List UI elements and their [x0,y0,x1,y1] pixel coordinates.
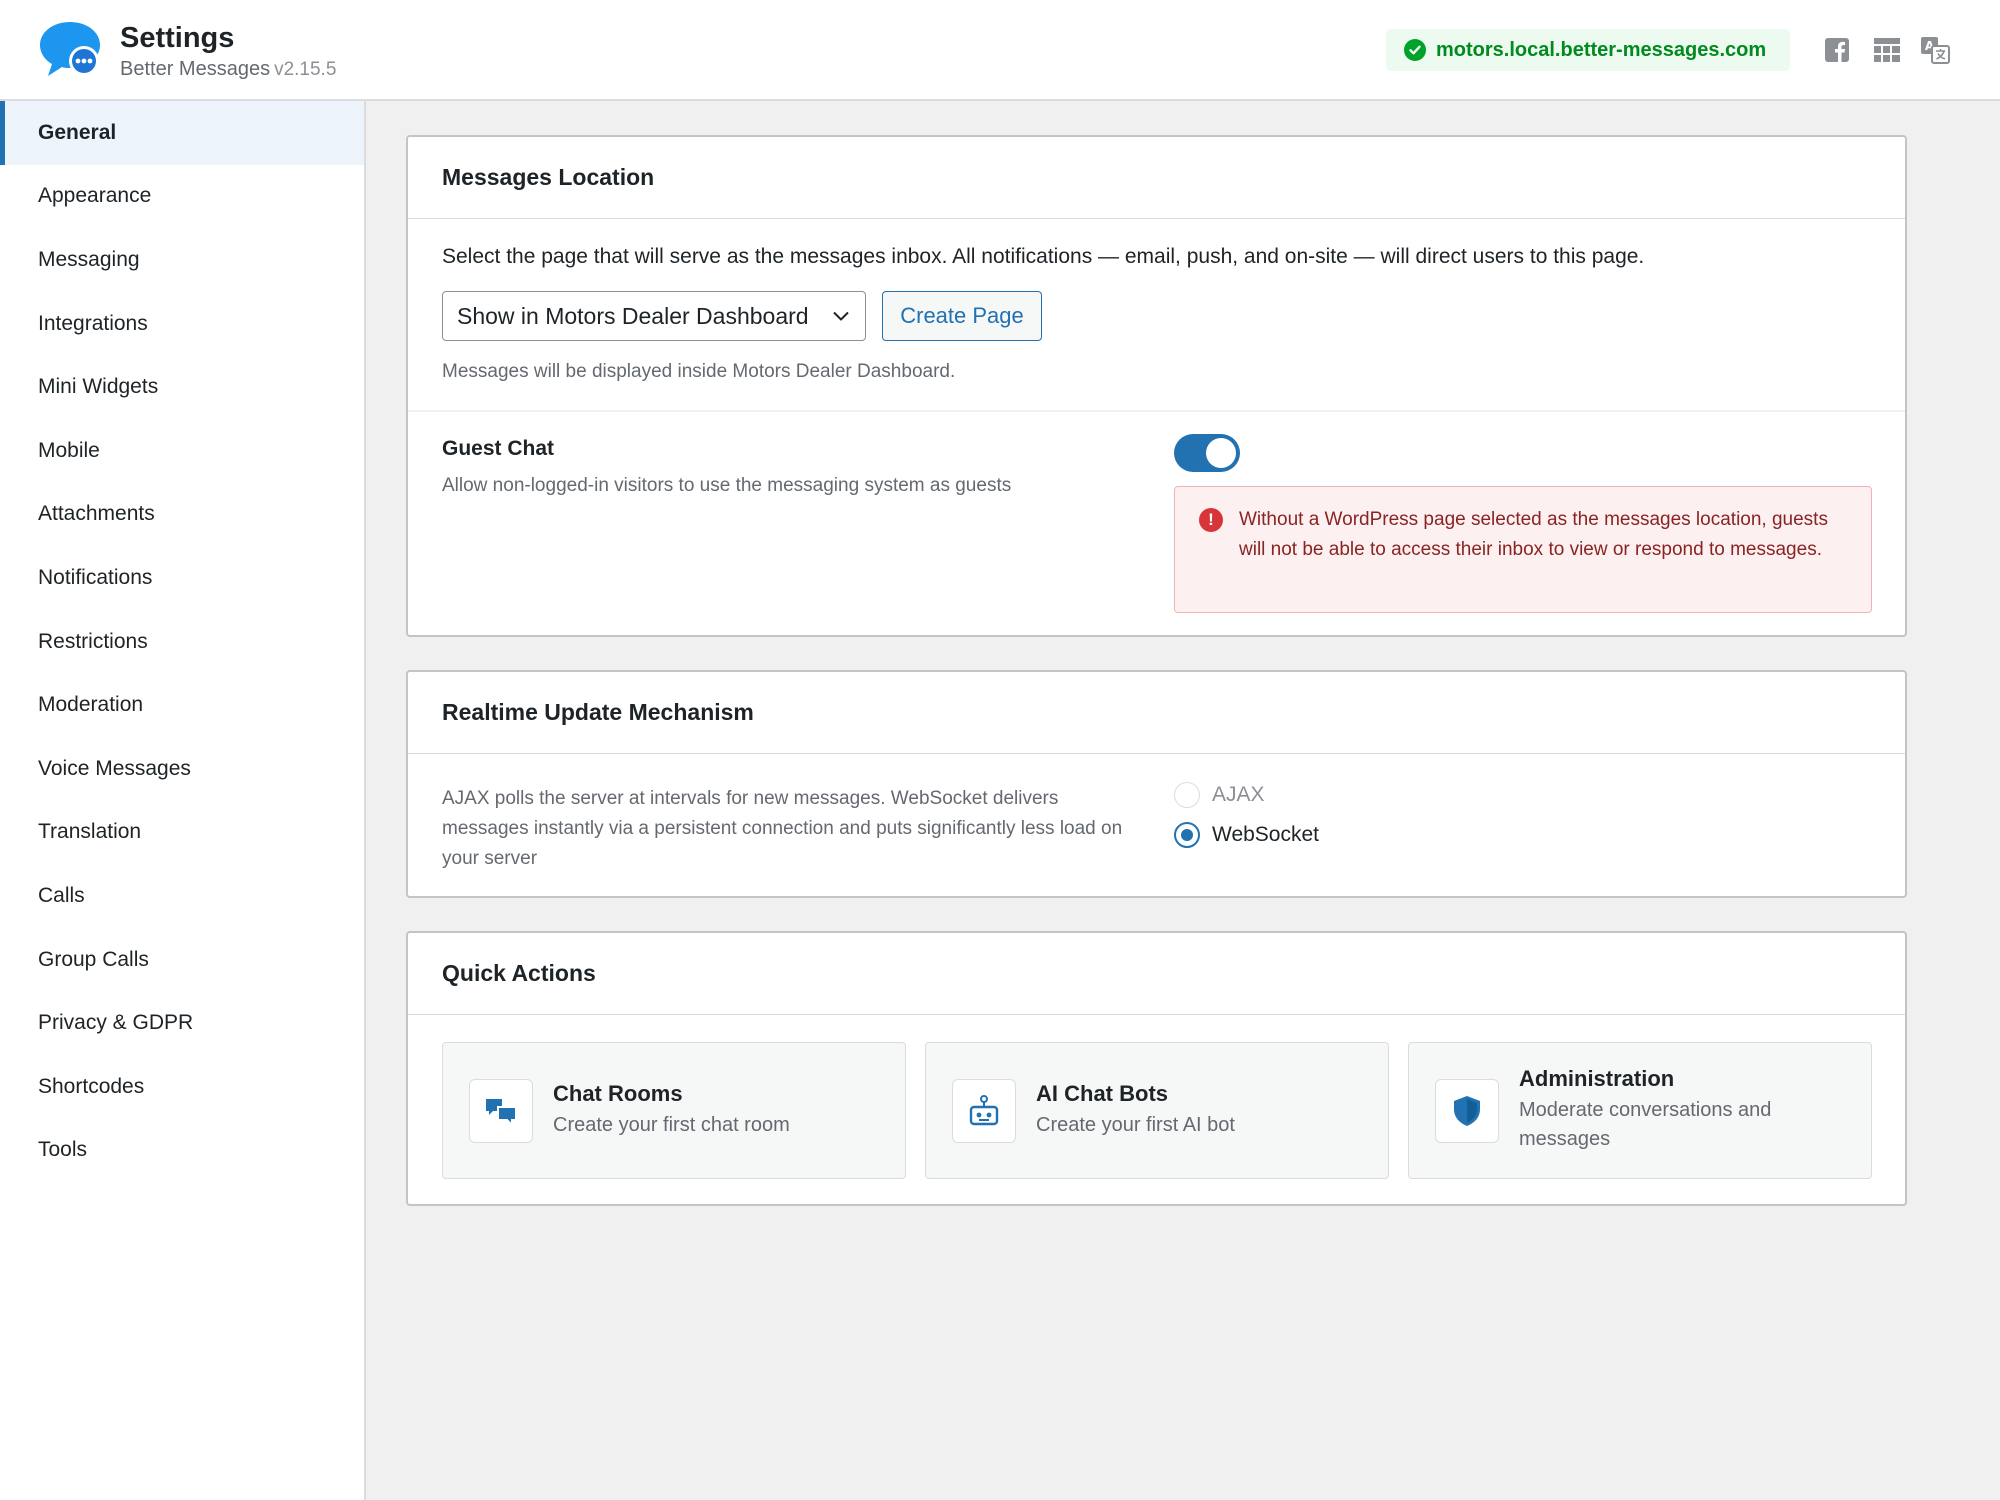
radio-websocket-button[interactable] [1174,822,1200,848]
guest-chat-description: Allow non-logged-in visitors to use the … [442,475,1012,496]
warning-text: Without a WordPress page selected as the… [1239,509,1828,560]
messages-location-card: Messages Location Select the page that w… [406,135,1907,637]
sidebar-item-privacy-gdpr[interactable]: Privacy & GDPR [0,991,364,1055]
sidebar-item-mobile[interactable]: Mobile [0,419,364,483]
plugin-version: v2.15.5 [274,59,337,80]
sidebar-item-appearance[interactable]: Appearance [0,165,364,229]
translate-icon[interactable]: A [1920,35,1950,65]
chat-rooms-subtitle: Create your first chat room [553,1114,790,1136]
plugin-name: Better Messages v2.15.5 [120,58,336,81]
ai-chat-bots-subtitle: Create your first AI bot [1036,1114,1235,1136]
quick-actions-title: Quick Actions [408,933,1905,1015]
sidebar-item-translation[interactable]: Translation [0,801,364,865]
sidebar-item-attachments[interactable]: Attachments [0,483,364,547]
sidebar-item-tools[interactable]: Tools [0,1119,364,1183]
guest-chat-toggle[interactable] [1174,434,1240,472]
ai-chat-bots-title: AI Chat Bots [1036,1081,1168,1106]
better-messages-logo-icon [40,22,100,76]
guest-chat-warning: ! Without a WordPress page selected as t… [1174,486,1872,613]
realtime-title: Realtime Update Mechanism [408,672,1905,754]
radio-ajax[interactable]: AJAX [1174,782,1265,808]
radio-ajax-label: AJAX [1212,783,1265,806]
messages-location-title: Messages Location [408,137,1905,219]
robot-icon [952,1079,1016,1143]
settings-sidebar: General Appearance Messaging Integration… [0,101,366,1500]
sidebar-item-group-calls[interactable]: Group Calls [0,928,364,992]
administration-tile[interactable]: Administration Moderate conversations an… [1408,1042,1872,1179]
sidebar-item-notifications[interactable]: Notifications [0,546,364,610]
realtime-card: Realtime Update Mechanism AJAX polls the… [406,670,1907,898]
radio-ajax-button[interactable] [1174,782,1200,808]
plugin-name-text: Better Messages [120,58,271,80]
guest-chat-label: Guest Chat [442,437,555,460]
chevron-down-icon [833,311,849,321]
sidebar-item-messaging[interactable]: Messaging [0,228,364,292]
create-page-button[interactable]: Create Page [882,291,1042,341]
administration-subtitle: Moderate conversations and messages [1519,1099,1772,1150]
shield-icon [1435,1079,1499,1143]
top-header: Settings Better Messages v2.15.5 motors.l… [0,0,2000,101]
facebook-icon[interactable] [1822,35,1852,65]
messages-location-helper: Messages will be displayed inside Motors… [442,361,956,382]
section-divider [408,410,1905,412]
check-circle-icon [1404,39,1426,61]
select-value: Show in Motors Dealer Dashboard [457,302,809,329]
quick-actions-card: Quick Actions Chat Rooms Create your fir… [406,931,1907,1206]
layout-icon[interactable] [1872,35,1902,65]
radio-websocket-label: WebSocket [1212,823,1319,846]
ai-chat-bots-tile[interactable]: AI Chat Bots Create your first AI bot [925,1042,1389,1179]
sidebar-item-mini-widgets[interactable]: Mini Widgets [0,355,364,419]
realtime-description: AJAX polls the server at intervals for n… [442,788,1123,869]
sidebar-item-calls[interactable]: Calls [0,864,364,928]
messages-location-select[interactable]: Show in Motors Dealer Dashboard [442,291,866,341]
domain-text: motors.local.better-messages.com [1436,38,1767,61]
page-title: Settings [120,22,235,54]
sidebar-item-moderation[interactable]: Moderation [0,673,364,737]
sidebar-item-restrictions[interactable]: Restrictions [0,610,364,674]
sidebar-item-integrations[interactable]: Integrations [0,292,364,356]
error-icon: ! [1199,508,1223,532]
sidebar-item-voice-messages[interactable]: Voice Messages [0,737,364,801]
sidebar-item-shortcodes[interactable]: Shortcodes [0,1055,364,1119]
toggle-knob [1206,438,1236,468]
chat-rooms-tile[interactable]: Chat Rooms Create your first chat room [442,1042,906,1179]
chat-rooms-title: Chat Rooms [553,1081,683,1106]
messages-location-description: Select the page that will serve as the m… [442,245,1645,268]
administration-title: Administration [1519,1066,1675,1091]
sidebar-item-general[interactable]: General [0,101,364,165]
domain-status-badge: motors.local.better-messages.com [1386,29,1790,71]
chat-rooms-icon [469,1079,533,1143]
radio-websocket[interactable]: WebSocket [1174,822,1319,848]
